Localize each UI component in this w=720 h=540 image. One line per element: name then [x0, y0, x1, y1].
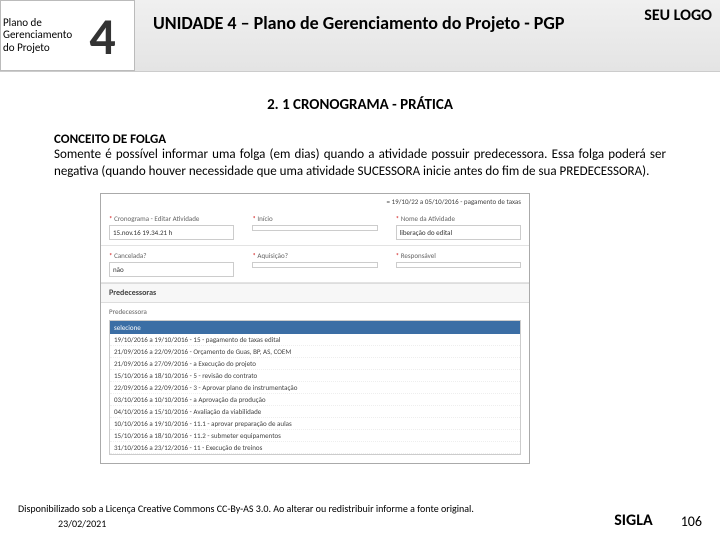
unit-number: 4 [73, 4, 132, 68]
field-label: Início [257, 214, 272, 223]
field-label: Cronograma - Editar Atividade [114, 214, 199, 223]
select-option: 04/10/2016 a 15/10/2016 - Avaliação da v… [110, 406, 520, 418]
field-label: Aquisição? [257, 251, 288, 260]
content-block: CONCEITO DE FOLGA Somente é possível inf… [0, 132, 720, 181]
footer-date: 23/02/2021 [58, 517, 614, 530]
license-text: Disponibilizado sob a Licença Creative C… [18, 502, 614, 515]
select-option: 21/09/2016 a 22/09/2016 - Orçamento de G… [110, 346, 520, 358]
page-number: 106 [681, 513, 702, 530]
select-current: selecione [110, 321, 520, 334]
select-option: 22/09/2016 a 22/09/2016 - 3 - Aprovar pl… [110, 382, 520, 394]
field-value: liberação do edital [396, 225, 521, 240]
footer-sigla: SIGLA [614, 511, 652, 530]
section-title: 2. 1 CRONOGRAMA - PRÁTICA [0, 96, 720, 114]
field-value [252, 262, 377, 268]
field-value: não [109, 262, 234, 277]
concept-body: Somente é possível informar uma folga (e… [54, 147, 666, 181]
predecessor-label: Predecessora [109, 307, 521, 316]
unit-box: Plano de Gerenciamento do Projeto 4 [0, 0, 135, 71]
predecessor-select: selecione 19/10/2016 a 19/10/2016 - 15 -… [109, 320, 521, 455]
embedded-form-screenshot: = 19/10/22 a 05/10/2016 - pagamento de t… [100, 193, 530, 464]
field-value [396, 262, 521, 268]
slide-header: Plano de Gerenciamento do Projeto 4 UNID… [0, 0, 720, 72]
form-date-range: = 19/10/22 a 05/10/2016 - pagamento de t… [101, 194, 529, 209]
header-title: UNIDADE 4 – Plano de Gerenciamento do Pr… [135, 0, 610, 71]
field-value [252, 225, 377, 231]
logo-placeholder: SEU LOGO [610, 0, 720, 71]
select-option: 03/10/2016 a 10/10/2016 - a Aprovação da… [110, 394, 520, 406]
select-option: 19/10/2016 a 19/10/2016 - 15 - pagamento… [110, 334, 520, 346]
select-option: 15/10/2016 a 18/10/2016 - 5 - revisão do… [110, 370, 520, 382]
field-value: 15.nov.16 19.34.21 h [109, 225, 234, 240]
select-option: 31/10/2016 a 23/12/2016 - 11 - Execução … [110, 442, 520, 454]
select-option: 21/09/2016 a 27/09/2016 - a Execução do … [110, 358, 520, 370]
select-option: 10/10/2016 a 19/10/2016 - 11.1 - aprovar… [110, 418, 520, 430]
predecessor-section-header: Predecessoras [101, 283, 529, 303]
field-label: Responsável [401, 251, 436, 260]
unit-label: Plano de Gerenciamento do Projeto [3, 17, 73, 53]
concept-title: CONCEITO DE FOLGA [54, 132, 666, 147]
field-label: Nome da Atividade [401, 214, 455, 223]
select-option: 15/10/2016 a 18/10/2016 - 11.2 - submete… [110, 430, 520, 442]
slide-footer: Disponibilizado sob a Licença Creative C… [0, 502, 720, 530]
field-label: Cancelada? [114, 251, 146, 260]
